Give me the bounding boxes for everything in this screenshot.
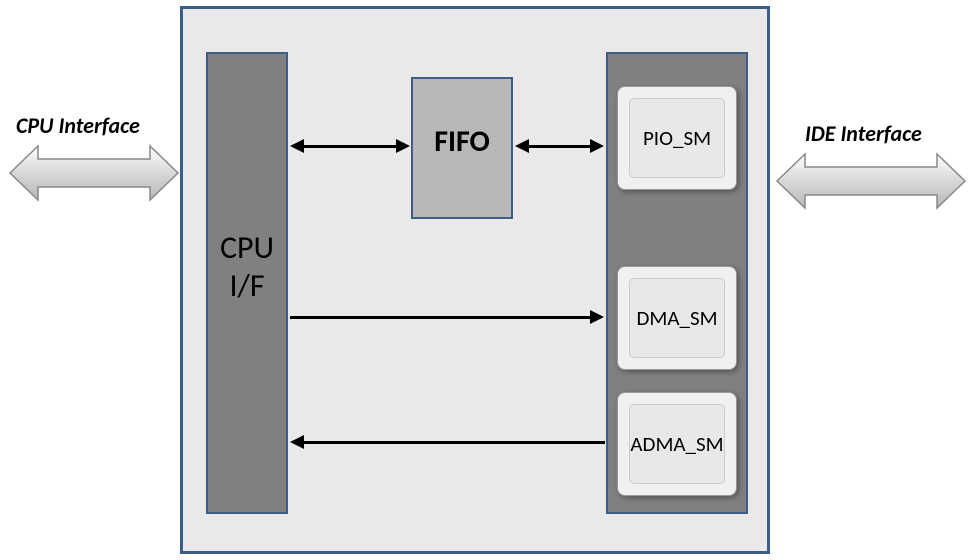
- dma-sm-block: DMA_SM: [617, 266, 737, 370]
- arrow-head-left-icon: [290, 435, 304, 449]
- ide-interface-label: IDE Interface: [805, 120, 922, 147]
- fifo-label: FIFO: [434, 123, 490, 160]
- cpu-interface-label: CPU Interface: [16, 112, 140, 139]
- dma-sm-inner: DMA_SM: [629, 278, 725, 358]
- arrow-head-left-icon: [290, 139, 304, 153]
- pio-sm-inner: PIO_SM: [629, 98, 725, 178]
- arrow-head-right-icon: [396, 139, 410, 153]
- cpu-if-label: CPU I/F: [220, 229, 274, 306]
- pio-sm-label: PIO_SM: [643, 125, 711, 151]
- arrow-head-right-icon: [590, 139, 604, 153]
- dma-sm-label: DMA_SM: [636, 305, 717, 331]
- ide-interface-arrow-icon: [775, 148, 967, 214]
- fifo-block: FIFO: [411, 77, 513, 219]
- arrow-cpuif-dmasm: [290, 316, 592, 319]
- pio-sm-block: PIO_SM: [617, 86, 737, 190]
- adma-sm-label: ADMA_SM: [630, 431, 723, 457]
- cpu-if-label-line2: I/F: [220, 267, 274, 305]
- arrow-head-right-icon: [590, 310, 604, 324]
- arrow-head-left-icon: [515, 139, 529, 153]
- arrow-fifo-piosm: [528, 145, 591, 148]
- adma-sm-block: ADMA_SM: [617, 392, 737, 496]
- arrow-admasm-cpuif: [303, 441, 605, 444]
- cpu-if-label-line1: CPU: [220, 229, 274, 267]
- cpu-interface-arrow-icon: [8, 140, 180, 206]
- adma-sm-inner: ADMA_SM: [629, 404, 725, 484]
- cpu-if-block: CPU I/F: [206, 52, 288, 514]
- arrow-cpuif-fifo: [303, 145, 397, 148]
